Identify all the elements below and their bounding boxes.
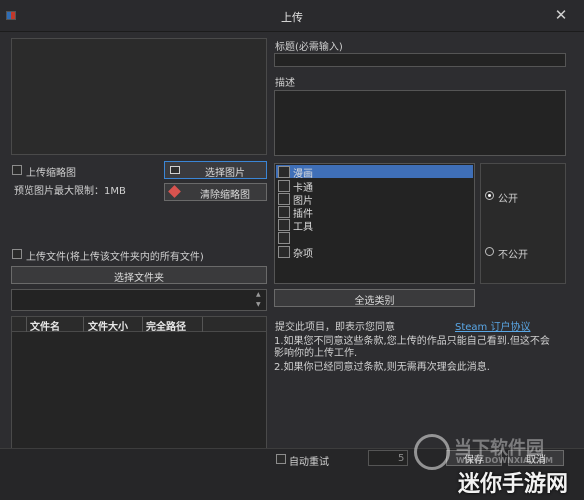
window-title: 上传: [281, 11, 303, 24]
category-item[interactable]: 插件: [276, 205, 473, 220]
auto-retry-label: 自动重试: [289, 457, 329, 468]
file-table[interactable]: 文件名 文件大小 完全路径: [11, 316, 267, 462]
public-radio[interactable]: [485, 191, 494, 200]
category-label: 漫画: [293, 169, 313, 180]
column-header-filesize[interactable]: 文件大小: [88, 318, 128, 333]
select-folder-button[interactable]: 选择文件夹: [11, 266, 267, 284]
title-label: 标题(必需输入): [275, 42, 343, 53]
visibility-group: 公开 不公开: [480, 163, 566, 284]
category-checkbox[interactable]: [278, 219, 290, 231]
private-radio[interactable]: [485, 247, 494, 256]
category-item[interactable]: 漫画: [276, 165, 473, 180]
agreement-line-2: 2.如果你已经同意过条款,则无需再次理会此消息.: [274, 362, 490, 373]
upload-files-checkbox[interactable]: [12, 249, 22, 259]
scroll-up-icon[interactable]: ▲: [256, 291, 261, 298]
upload-thumbnail-checkbox[interactable]: [12, 165, 22, 175]
upload-thumbnail-label: 上传缩略图: [26, 168, 76, 179]
category-checkbox[interactable]: [278, 232, 290, 244]
category-checkbox[interactable]: [278, 246, 290, 258]
preview-panel: [11, 38, 267, 155]
category-item[interactable]: [276, 231, 473, 244]
save-button[interactable]: 保存: [446, 450, 502, 466]
size-limit-text: 预览图片最大限制：1MB: [14, 186, 126, 197]
category-item[interactable]: 杂项: [276, 245, 473, 260]
retry-count-value: 5: [398, 453, 405, 464]
category-item[interactable]: 图片: [276, 192, 473, 207]
column-header-fullpath[interactable]: 完全路径: [146, 318, 186, 333]
save-label: 保存: [464, 455, 484, 466]
scroll-down-icon[interactable]: ▼: [256, 301, 261, 308]
title-bar: 上传 ✕: [0, 0, 584, 32]
category-checkbox[interactable]: [278, 193, 290, 205]
agreement-intro: 提交此项目，即表示您同意: [275, 322, 395, 333]
description-textarea[interactable]: [274, 90, 566, 156]
retry-count-input[interactable]: 5: [368, 450, 408, 466]
category-item[interactable]: 卡通: [276, 179, 473, 194]
select-all-label: 全选类别: [354, 296, 395, 307]
category-list[interactable]: 漫画 卡通 图片 插件 工具 杂项: [274, 163, 475, 284]
category-checkbox[interactable]: [278, 206, 290, 218]
folder-path-field[interactable]: ▲ ▼: [11, 289, 267, 311]
private-label: 不公开: [498, 250, 528, 261]
bottom-bar: 自动重试 5 保存 取消: [0, 448, 584, 500]
file-table-header: 文件名 文件大小 完全路径: [12, 317, 266, 333]
upload-files-label: 上传文件(将上传该文件夹内的所有文件): [26, 252, 204, 263]
agreement-line-1-cont: 影响你的上传工作.: [274, 348, 358, 359]
category-checkbox[interactable]: [278, 166, 290, 178]
eraser-icon: [168, 185, 181, 198]
category-checkbox[interactable]: [278, 180, 290, 192]
select-image-label: 选择图片: [205, 168, 245, 179]
category-item[interactable]: 工具: [276, 218, 473, 233]
category-label: 杂项: [293, 249, 313, 260]
column-header-filename[interactable]: 文件名: [30, 318, 60, 333]
clear-thumbnail-label: 清除缩略图: [200, 190, 250, 201]
close-icon[interactable]: ✕: [552, 6, 570, 24]
public-label: 公开: [498, 194, 518, 205]
cancel-button[interactable]: 取消: [508, 450, 564, 466]
cancel-label: 取消: [526, 455, 546, 466]
title-input[interactable]: [274, 53, 566, 67]
select-folder-label: 选择文件夹: [114, 273, 164, 284]
select-image-button[interactable]: 选择图片: [164, 161, 267, 179]
description-label: 描述: [275, 78, 295, 89]
steam-subscriber-agreement-link[interactable]: Steam 订户协议: [455, 318, 530, 333]
auto-retry-checkbox[interactable]: [276, 454, 286, 464]
clear-thumbnail-button[interactable]: 清除缩略图: [164, 183, 267, 201]
select-all-categories-button[interactable]: 全选类别: [274, 289, 475, 307]
image-icon: [170, 166, 180, 174]
